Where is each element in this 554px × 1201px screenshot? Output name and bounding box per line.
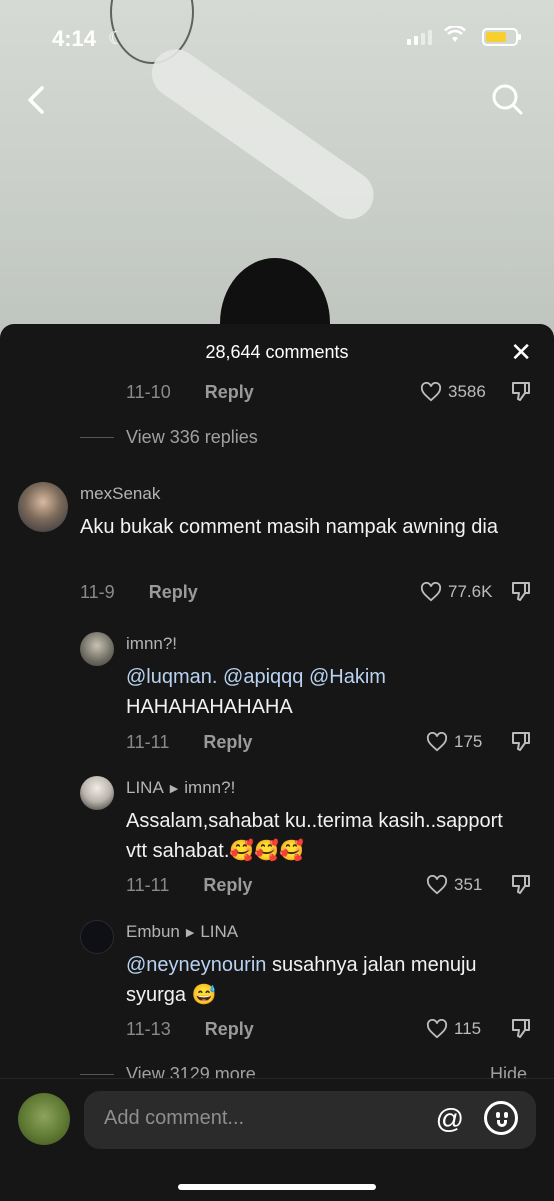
like-count: 351 <box>454 875 483 894</box>
reply-username[interactable]: Embun ▶ LINA <box>126 922 238 942</box>
reply-username[interactable]: LINA ▶ imnn?! <box>126 778 235 798</box>
reply-to-arrow-icon: ▶ <box>185 926 195 939</box>
comment-text: Aku bukak comment masih nampak awning di… <box>80 516 498 538</box>
my-avatar[interactable] <box>18 1093 70 1145</box>
heart-icon <box>426 875 448 895</box>
mention-link[interactable]: @apiqqq <box>223 666 303 688</box>
reply-button[interactable]: Reply <box>203 732 252 753</box>
avatar[interactable] <box>80 632 114 666</box>
like-button[interactable]: 77.6K <box>420 582 492 602</box>
avatar[interactable] <box>80 776 114 810</box>
reply-date: 11-11 <box>126 875 170 895</box>
reply-to-username[interactable]: imnn?! <box>184 778 235 798</box>
comments-sheet: 28,644 comments ✕ 11-10 Reply 3586 View … <box>0 324 554 1200</box>
heart-icon <box>420 382 442 402</box>
divider <box>80 437 114 438</box>
dislike-icon[interactable] <box>510 1017 532 1044</box>
dislike-icon[interactable] <box>510 380 532 407</box>
divider <box>80 1074 114 1075</box>
username-label: imnn?! <box>126 634 178 653</box>
moon-icon: ☾ <box>108 28 125 48</box>
comment-meta: 11-9 Reply <box>80 582 198 603</box>
heart-icon <box>426 1019 448 1039</box>
view-replies-button[interactable]: View 336 replies <box>80 427 258 448</box>
view-replies-label: View 336 replies <box>126 427 258 447</box>
mention-link[interactable]: @Hakim <box>309 666 386 688</box>
comment-input[interactable]: Add comment... @ <box>84 1091 536 1149</box>
mention-at-icon[interactable]: @ <box>436 1103 464 1135</box>
back-arrow-icon[interactable] <box>20 80 60 120</box>
mention-link[interactable]: @luqman. <box>126 666 217 688</box>
reply-date: 11-13 <box>126 1019 171 1039</box>
reply-text: Assalam,sahabat ku..terima kasih..sappor… <box>126 810 503 862</box>
dislike-icon[interactable] <box>510 580 532 607</box>
emoji-icon[interactable] <box>484 1101 518 1135</box>
comment-date: 11-10 <box>126 382 171 402</box>
like-count: 3586 <box>448 382 486 401</box>
status-bar: 4:14 ☾ <box>0 22 554 52</box>
reply-date: 11-11 <box>126 732 170 752</box>
like-count: 77.6K <box>448 582 493 601</box>
avatar[interactable] <box>80 920 114 954</box>
reply-meta: 11-13 Reply <box>126 1019 254 1040</box>
reply-button[interactable]: Reply <box>205 1019 254 1040</box>
battery-icon <box>482 28 521 46</box>
close-icon[interactable]: ✕ <box>510 339 532 365</box>
reply-meta: 11-11 Reply <box>126 732 252 753</box>
search-icon[interactable] <box>488 80 528 120</box>
like-count: 175 <box>454 732 483 751</box>
home-indicator <box>178 1184 376 1190</box>
status-time: 4:14 <box>52 26 97 51</box>
comment-input-placeholder: Add comment... <box>104 1107 245 1129</box>
reply-text: @neyneynourin susahnya jalan menuju syur… <box>126 950 526 1010</box>
reply-to-username[interactable]: LINA <box>200 922 238 942</box>
like-button[interactable]: 351 <box>426 875 482 895</box>
comment-username[interactable]: mexSenak <box>80 484 160 504</box>
like-count: 115 <box>454 1019 482 1038</box>
like-button[interactable]: 175 <box>426 732 482 752</box>
reply-meta: 11-11 Reply <box>126 875 252 896</box>
reply-button[interactable]: Reply <box>205 382 254 403</box>
reply-to-arrow-icon: ▶ <box>169 782 179 795</box>
reply-button[interactable]: Reply <box>149 582 198 603</box>
comment-meta: 11-10 Reply <box>126 382 254 403</box>
heart-icon <box>426 732 448 752</box>
like-button[interactable]: 115 <box>426 1019 481 1039</box>
reply-text: @luqman. @apiqqq @Hakim HAHAHAHAHAHA <box>126 662 526 722</box>
like-button[interactable]: 3586 <box>420 382 486 402</box>
comment-date: 11-9 <box>80 582 115 602</box>
signal-icon <box>407 30 432 45</box>
username-label: LINA <box>126 778 164 797</box>
ceiling-fan-blade <box>142 40 383 229</box>
dislike-icon[interactable] <box>510 873 532 900</box>
wifi-icon <box>444 25 466 50</box>
username-label: mexSenak <box>80 484 161 503</box>
heart-icon <box>420 582 442 602</box>
avatar[interactable] <box>18 482 68 532</box>
username-label: Embun <box>126 922 180 941</box>
dislike-icon[interactable] <box>510 730 532 757</box>
comment-composer: Add comment... @ <box>0 1078 554 1201</box>
mention-link[interactable]: @neyneynourin <box>126 954 266 976</box>
reply-username[interactable]: imnn?! <box>126 634 177 654</box>
reply-body: HAHAHAHAHAHA <box>126 696 293 718</box>
reply-button[interactable]: Reply <box>203 875 252 896</box>
comments-count-title: 28,644 comments <box>205 342 349 362</box>
